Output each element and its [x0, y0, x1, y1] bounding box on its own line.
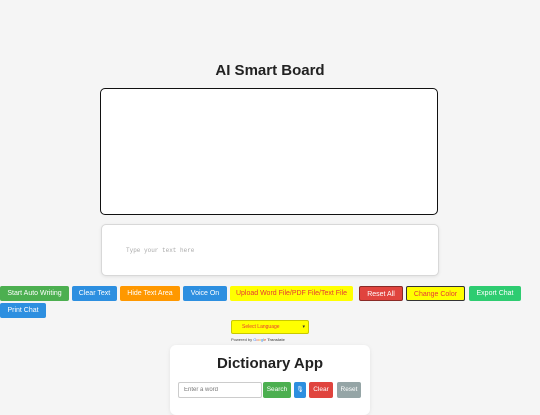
google-translate-attribution[interactable]: Powered by Google Translate: [231, 337, 285, 342]
smart-board-canvas[interactable]: [100, 88, 438, 215]
text-input-panel: [101, 224, 439, 276]
upload-file-button[interactable]: Upload Word File/PDF File/Text File: [230, 286, 353, 301]
dictionary-reset-button[interactable]: Reset: [337, 382, 361, 398]
language-select[interactable]: Select Language ▾: [231, 320, 309, 334]
text-input-area[interactable]: [126, 247, 416, 261]
clear-text-button[interactable]: Clear Text: [72, 286, 117, 301]
voice-search-button[interactable]: 🎙: [294, 382, 306, 398]
dictionary-title: Dictionary App: [216, 355, 324, 372]
hide-text-area-button[interactable]: Hide Text Area: [120, 286, 180, 301]
translate-word: Translate: [267, 337, 285, 342]
language-select-label: Select Language: [242, 324, 280, 330]
print-chat-button[interactable]: Print Chat: [0, 303, 46, 318]
change-color-button[interactable]: Change Color: [406, 286, 465, 301]
voice-on-button[interactable]: Voice On: [183, 286, 227, 301]
microphone-icon: 🎙: [296, 387, 304, 393]
page-title: AI Smart Board: [215, 62, 325, 79]
powered-by-text: Powered by: [231, 337, 253, 342]
dictionary-clear-button[interactable]: Clear: [309, 382, 333, 398]
chevron-down-icon: ▾: [302, 324, 305, 330]
export-chat-button[interactable]: Export Chat: [469, 286, 521, 301]
search-button[interactable]: Search: [263, 382, 291, 398]
word-input[interactable]: [178, 382, 262, 398]
start-auto-writing-button[interactable]: Start Auto Writing: [0, 286, 69, 301]
reset-all-button[interactable]: Reset All: [359, 286, 403, 301]
google-logo: Google: [253, 337, 267, 342]
